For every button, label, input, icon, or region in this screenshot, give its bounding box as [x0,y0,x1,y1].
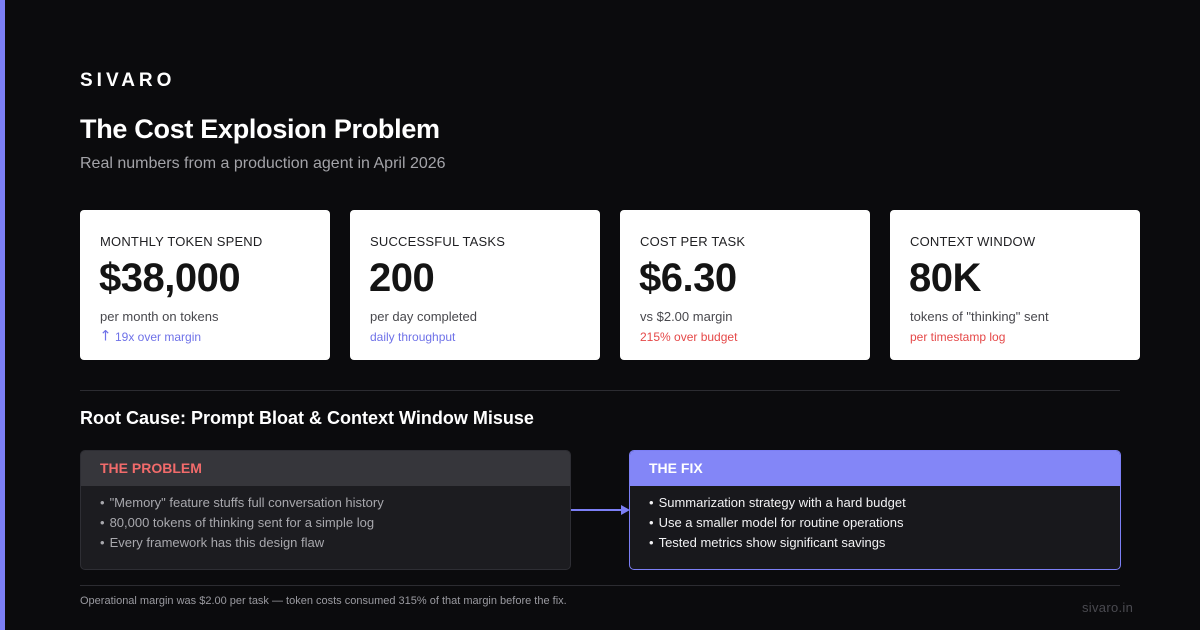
stat-card-note: daily throughput [370,330,456,344]
problem-heading: THE PROBLEM [81,451,570,486]
list-item: Summarization strategy with a hard budge… [649,493,1120,513]
fix-list: Summarization strategy with a hard budge… [630,486,1120,553]
stat-card-label: CONTEXT WINDOW [910,234,1036,249]
stat-card-description: per month on tokens [100,309,219,324]
list-item: Every framework has this design flaw [100,533,570,553]
stat-card-note: 19x over margin [100,329,202,344]
fix-heading: THE FIX [630,451,1120,486]
fix-panel: THE FIX Summarization strategy with a ha… [629,450,1121,570]
site-url: sivaro.in [1082,600,1134,615]
stat-card-value: $38,000 [99,256,241,300]
list-item: Use a smaller model for routine operatio… [649,513,1120,533]
stat-cards: MONTHLY TOKEN SPEND $38,000 per month on… [80,210,1140,360]
stat-card-value: 200 [369,256,435,300]
list-item: "Memory" feature stuffs full conversatio… [100,493,570,513]
stat-card-description: tokens of "thinking" sent [910,309,1049,324]
problem-panel: THE PROBLEM "Memory" feature stuffs full… [80,450,571,570]
section-title: Root Cause: Prompt Bloat & Context Windo… [80,408,534,428]
list-item: 80,000 tokens of thinking sent for a sim… [100,513,570,533]
stat-card-value: 80K [909,256,981,300]
arrow-right-icon [571,503,631,517]
stat-card-label: MONTHLY TOKEN SPEND [100,234,263,249]
stat-card-cost-per-task: COST PER TASK $6.30 vs $2.00 margin 215%… [620,210,870,360]
accent-bar [0,0,5,630]
brand-logo: SIVARO [80,70,176,91]
stat-card-note-text: 19x over margin [115,330,202,344]
stat-card-value: $6.30 [639,256,737,300]
stat-card-note: 215% over budget [640,330,738,344]
footer-note: Operational margin was $2.00 per task — … [80,595,567,607]
stat-card-token-spend: MONTHLY TOKEN SPEND $38,000 per month on… [80,210,330,360]
list-item: Tested metrics show significant savings [649,533,1120,553]
stat-card-context-window: CONTEXT WINDOW 80K tokens of "thinking" … [890,210,1140,360]
stat-card-note: per timestamp log [910,330,1006,344]
stat-card-successful-tasks: SUCCESSFUL TASKS 200 per day completed d… [350,210,600,360]
page-title: The Cost Explosion Problem [80,114,440,144]
footer-divider [80,585,1120,586]
section-divider [80,390,1120,391]
stat-card-label: COST PER TASK [640,234,746,249]
page-subtitle: Real numbers from a production agent in … [80,155,446,172]
arrow-up-icon [102,329,109,344]
problem-list: "Memory" feature stuffs full conversatio… [81,486,570,553]
stat-card-description: vs $2.00 margin [640,309,733,324]
stat-card-description: per day completed [370,309,477,324]
stat-card-label: SUCCESSFUL TASKS [370,234,506,249]
